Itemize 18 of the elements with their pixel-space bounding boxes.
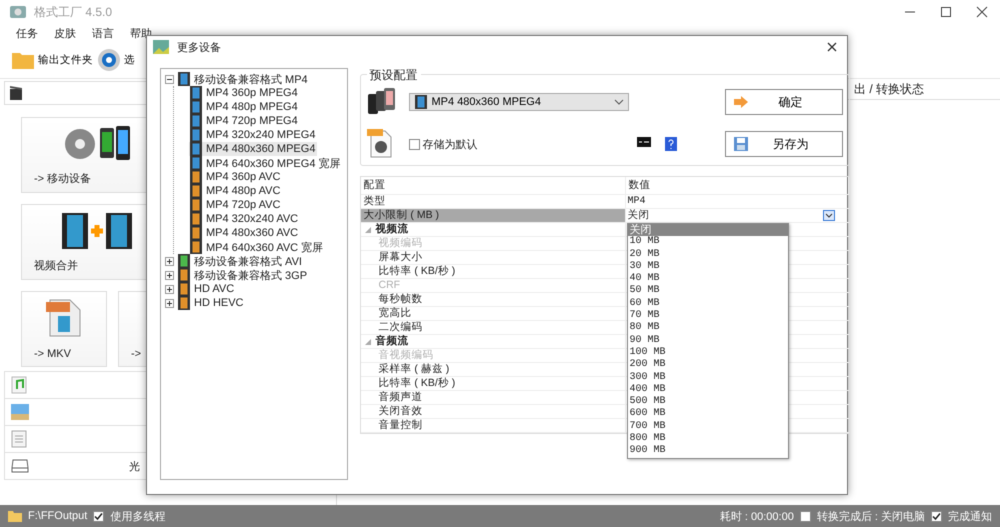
checkbox-label: 转换完成后 : 关闭电脑 <box>816 510 925 524</box>
checkbox-label: 使用多线程 <box>110 510 166 524</box>
category-label: 光 <box>129 460 140 474</box>
property-value: MP4 <box>628 195 647 208</box>
tile-label: 视频合并 <box>34 258 78 273</box>
window-title: 格式工厂 4.5.0 <box>34 4 112 20</box>
tile-label: -> MKV <box>34 348 71 360</box>
checkbox-label: 完成通知 <box>948 510 992 524</box>
column-header: 配置 <box>360 177 626 194</box>
tile-label: -> <box>131 348 142 360</box>
checkbox-label: 存储为默认 <box>422 138 478 152</box>
group-title: 预设配置 <box>366 67 421 84</box>
tile-label: -> 移动设备 <box>34 172 92 186</box>
dialog-title: 更多设备 <box>177 40 221 54</box>
elapsed-time: 耗时 : 00:00:00 <box>720 510 794 524</box>
property-value: 关闭 <box>628 209 651 222</box>
column-header: 数值 <box>626 177 849 194</box>
column-header: 出 / 转换状态 <box>854 80 924 98</box>
